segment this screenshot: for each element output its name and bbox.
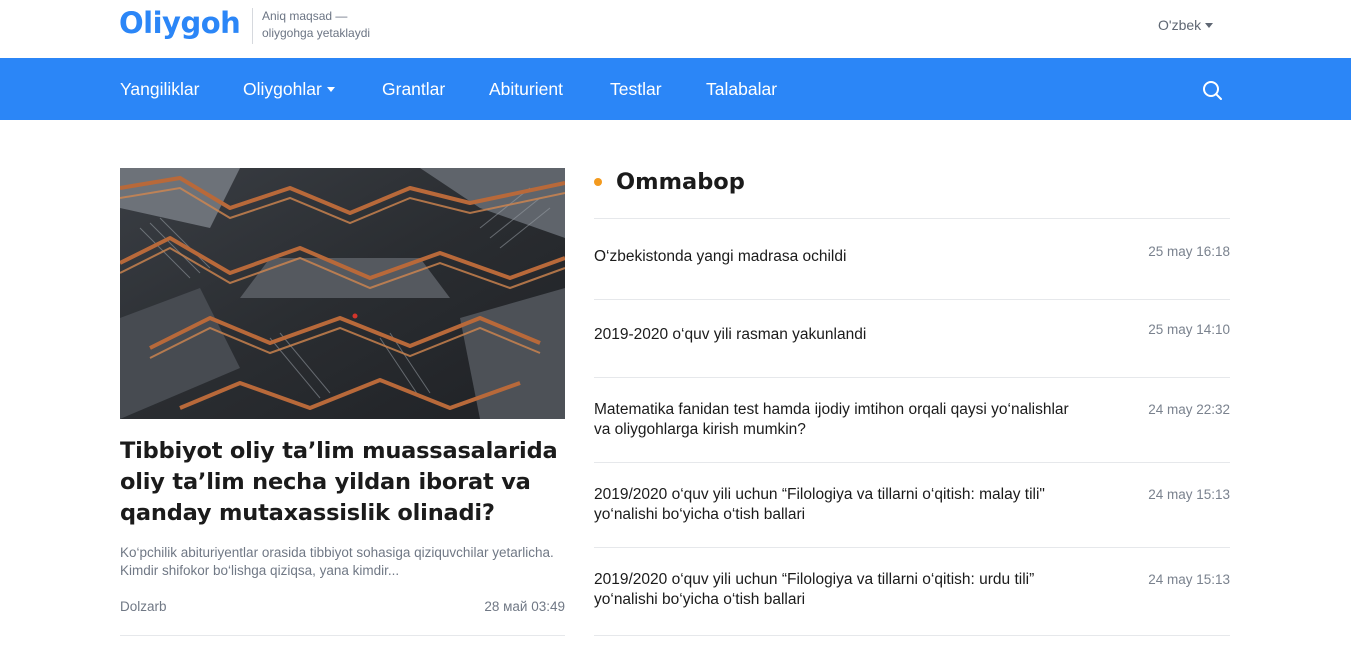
nav-item-yangiliklar[interactable]: Yangiliklar: [120, 58, 199, 120]
language-dropdown[interactable]: O'zbek: [1158, 17, 1214, 33]
popular-item[interactable]: 2019-2020 o‘quv yili rasman yakunlandi 2…: [594, 322, 1230, 355]
search-button[interactable]: [1200, 78, 1224, 102]
language-label: O'zbek: [1158, 17, 1202, 33]
popular-item-date: 24 may 22:32: [1148, 402, 1230, 417]
popular-item-date: 24 may 15:13: [1148, 487, 1230, 502]
article-photo: [120, 168, 565, 419]
site-logo[interactable]: Oliygoh: [119, 6, 241, 40]
logo-text: Oliygoh: [119, 6, 241, 40]
article-image[interactable]: [120, 168, 565, 419]
chevron-down-icon: [326, 86, 335, 92]
tagline-line-1: Aniq maqsad —: [262, 9, 348, 23]
article-category[interactable]: Dolzarb: [120, 599, 167, 614]
popular-item-title: 2019/2020 o‘quv yili uchun “Filologiya v…: [594, 486, 1045, 523]
popular-title-text: Ommabop: [616, 169, 745, 195]
popular-section-title: Ommabop: [594, 169, 745, 195]
bullet-dot-icon: [594, 178, 602, 186]
nav-item-abiturient[interactable]: Abiturient: [489, 58, 563, 120]
nav-item-grantlar[interactable]: Grantlar: [382, 58, 445, 120]
nav-item-label: Testlar: [610, 79, 662, 99]
divider: [594, 547, 1230, 548]
popular-item-date: 25 may 14:10: [1148, 322, 1230, 337]
divider: [594, 462, 1230, 463]
nav-item-talabalar[interactable]: Talabalar: [706, 58, 777, 120]
popular-item-title: O‘zbekistonda yangi madrasa ochildi: [594, 248, 847, 265]
popular-item[interactable]: Matematika fanidan test hamda ijodiy imt…: [594, 400, 1230, 442]
chevron-down-icon: [1205, 22, 1214, 28]
main-navigation: Yangiliklar Oliygohlar Grantlar Abiturie…: [0, 58, 1351, 120]
popular-item-date: 25 may 16:18: [1148, 244, 1230, 259]
nav-item-label: Grantlar: [382, 79, 446, 99]
top-header: Oliygoh Aniq maqsad — oliygohga yetaklay…: [0, 0, 1351, 58]
divider: [594, 635, 1230, 636]
divider: [120, 635, 565, 636]
popular-item-title: Matematika fanidan test hamda ijodiy imt…: [594, 401, 1069, 438]
nav-item-label: Abiturient: [489, 79, 563, 99]
search-icon: [1203, 81, 1222, 100]
popular-item[interactable]: O‘zbekistonda yangi madrasa ochildi 25 m…: [594, 244, 1230, 277]
nav-item-testlar[interactable]: Testlar: [610, 58, 662, 120]
popular-item[interactable]: 2019/2020 o‘quv yili uchun “Filologiya v…: [594, 485, 1230, 527]
nav-item-oliygohlar[interactable]: Oliygohlar: [243, 58, 335, 120]
article-headline[interactable]: Tibbiyot oliy ta’lim muassasalarida oliy…: [120, 436, 565, 529]
nav-item-label: Yangiliklar: [120, 79, 200, 99]
popular-item-title: 2019-2020 o‘quv yili rasman yakunlandi: [594, 326, 867, 343]
article-excerpt: Ko‘pchilik abituriyentlar orasida tibbiy…: [120, 545, 554, 578]
divider: [594, 299, 1230, 300]
tagline-line-2: oliygohga yetaklaydi: [262, 26, 371, 40]
popular-item[interactable]: 2019/2020 o‘quv yili uchun “Filologiya v…: [594, 570, 1230, 612]
nav-item-label: Oliygohlar: [243, 79, 322, 99]
popular-item-title: 2019/2020 o‘quv yili uchun “Filologiya v…: [594, 571, 1035, 608]
divider: [594, 218, 1230, 219]
nav-item-label: Talabalar: [706, 79, 778, 99]
divider: [594, 377, 1230, 378]
popular-item-date: 24 may 15:13: [1148, 572, 1230, 587]
tagline: Aniq maqsad — oliygohga yetaklaydi: [252, 8, 392, 44]
article-date: 28 май 03:49: [484, 599, 565, 614]
